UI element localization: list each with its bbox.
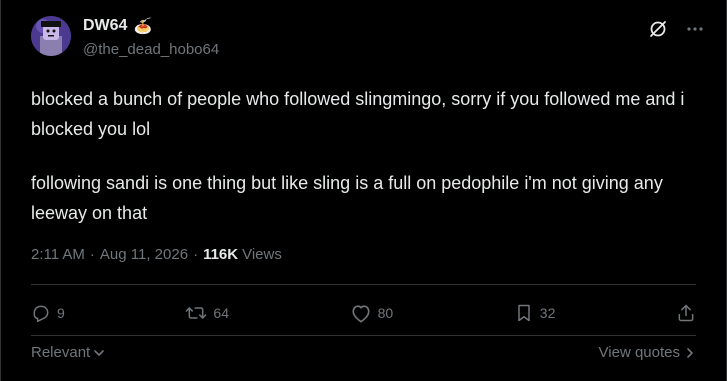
reply-icon: [33, 305, 49, 323]
bookmark-count: 32: [539, 305, 556, 321]
tweet-paragraph-2: following sandi is one thing but like sl…: [31, 173, 663, 223]
view-quotes-label: View quotes: [598, 344, 680, 361]
replies-bar: Relevant View quotes: [31, 344, 696, 361]
grok-icon[interactable]: [648, 19, 668, 39]
meta-separator: ·: [89, 246, 95, 263]
tweet-paragraph-1: blocked a bunch of people who followed s…: [31, 89, 685, 139]
avatar-image: [31, 16, 71, 56]
more-icon[interactable]: [686, 20, 704, 38]
tweet-text: blocked a bunch of people who followed s…: [31, 84, 691, 228]
divider: [31, 284, 696, 285]
like-count: 80: [377, 305, 394, 321]
tweet-detail: DW64 🍝 @the_dead_hobo64 blocked a bunch …: [0, 0, 727, 381]
repost-button[interactable]: 64: [185, 303, 229, 323]
repost-icon: [186, 307, 207, 319]
action-bar: 9 64 80 32: [31, 303, 696, 323]
reply-count: 9: [57, 305, 65, 321]
chevron-right-icon: [687, 347, 693, 358]
meta-separator: ·: [193, 246, 199, 263]
view-quotes-link[interactable]: View quotes: [599, 344, 696, 361]
like-button[interactable]: 80: [350, 303, 394, 323]
views-label: Views: [242, 246, 282, 263]
spaghetti-emoji-icon: 🍝: [133, 18, 153, 35]
sort-label: Relevant: [31, 344, 91, 361]
sort-replies-button[interactable]: Relevant: [31, 344, 105, 361]
repost-count: 64: [213, 305, 229, 321]
share-icon: [678, 304, 694, 322]
views-count[interactable]: 116K: [203, 246, 238, 263]
divider: [31, 335, 696, 336]
like-icon: [352, 305, 370, 323]
tweet-meta: 2:11 AM · Aug 11, 2026 · 116K Views: [31, 246, 282, 263]
display-name[interactable]: DW64: [83, 17, 127, 35]
author-name-row[interactable]: DW64 🍝: [83, 17, 152, 35]
bookmark-button[interactable]: 32: [514, 303, 556, 323]
bookmark-icon: [518, 304, 530, 322]
author-handle[interactable]: @the_dead_hobo64: [83, 41, 219, 58]
tweet-time[interactable]: 2:11 AM: [31, 246, 85, 263]
top-actions: [648, 19, 704, 39]
chevron-down-icon: [94, 349, 105, 356]
reply-button[interactable]: 9: [31, 303, 65, 323]
tweet-date[interactable]: Aug 11, 2026: [100, 246, 188, 263]
avatar[interactable]: [31, 16, 71, 56]
share-button[interactable]: [676, 303, 696, 323]
